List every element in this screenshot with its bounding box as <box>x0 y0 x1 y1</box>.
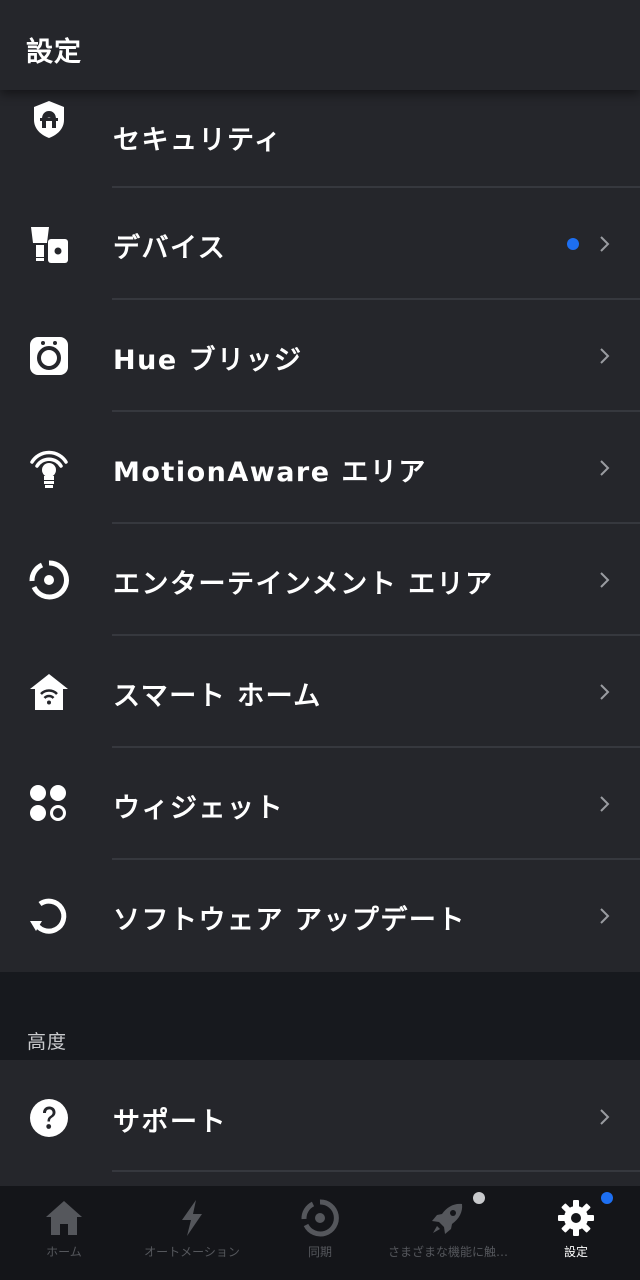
settings-list: セキュリティ デバイス Hue ブリッジ MotionAware エリア エンタ… <box>0 76 640 972</box>
rocket-icon <box>428 1198 468 1238</box>
tab-label: 設定 <box>563 1245 588 1259</box>
divider <box>112 1170 640 1172</box>
settings-item-motionaware[interactable]: MotionAware エリア <box>0 412 640 524</box>
tab-sync[interactable]: 同期 <box>256 1186 384 1280</box>
settings-item-label: Hue ブリッジ <box>113 345 303 376</box>
lightning-icon <box>172 1198 212 1238</box>
settings-item-security[interactable]: セキュリティ <box>0 76 640 188</box>
settings-item-label: ソフトウェア アップデート <box>113 905 466 936</box>
update-icon <box>28 895 70 937</box>
lamp-icon <box>28 223 70 265</box>
page-title: 設定 <box>26 37 82 68</box>
help-icon <box>28 1097 70 1139</box>
settings-item-hue-bridge[interactable]: Hue ブリッジ <box>0 300 640 412</box>
gear-icon <box>556 1198 596 1238</box>
settings-item-software-update[interactable]: ソフトウェア アップデート <box>0 860 640 972</box>
chevron-right-icon <box>598 234 612 254</box>
settings-item-label: MotionAware エリア <box>113 457 427 488</box>
settings-item-label: ウィジェット <box>113 793 284 824</box>
top-header: 設定 <box>0 0 640 90</box>
tab-label: ホーム <box>46 1245 82 1259</box>
settings-item-label: デバイス <box>113 233 227 264</box>
chevron-right-icon <box>598 1107 612 1127</box>
tab-automation[interactable]: オートメーション <box>128 1186 256 1280</box>
settings-item-entertainment[interactable]: エンターテインメント エリア <box>0 524 640 636</box>
sync-icon <box>300 1198 340 1238</box>
advanced-list: サポート <box>0 1060 640 1200</box>
chevron-right-icon <box>598 682 612 702</box>
chevron-right-icon <box>598 794 612 814</box>
entertainment-icon <box>28 559 70 601</box>
chevron-right-icon <box>598 458 612 478</box>
bridge-icon <box>28 335 70 377</box>
bottom-tab-bar: ホーム オートメーション 同期 さまざまな機能に触… 設定 <box>0 1186 640 1280</box>
motion-bulb-icon <box>28 447 70 489</box>
settings-item-devices[interactable]: デバイス <box>0 188 640 300</box>
home-icon <box>44 1198 84 1238</box>
settings-item-label: スマート ホーム <box>113 681 322 712</box>
notification-dot <box>473 1192 485 1204</box>
tab-label: さまざまな機能に触… <box>387 1245 508 1259</box>
chevron-right-icon <box>598 906 612 926</box>
chevron-right-icon <box>598 570 612 590</box>
tab-label: 同期 <box>307 1245 332 1259</box>
settings-item-widgets[interactable]: ウィジェット <box>0 748 640 860</box>
shield-icon <box>28 98 70 140</box>
settings-item-smart-home[interactable]: スマート ホーム <box>0 636 640 748</box>
tab-label: オートメーション <box>144 1245 240 1259</box>
tab-explore-features[interactable]: さまざまな機能に触… <box>384 1186 512 1280</box>
widgets-icon <box>28 783 70 825</box>
settings-item-label: セキュリティ <box>113 125 283 156</box>
section-title-advanced: 高度 <box>27 1031 68 1053</box>
notification-dot <box>601 1192 613 1204</box>
smart-home-icon <box>28 671 70 713</box>
chevron-right-icon <box>598 346 612 366</box>
settings-item-support[interactable]: サポート <box>0 1060 640 1172</box>
tab-settings[interactable]: 設定 <box>512 1186 640 1280</box>
settings-item-label: サポート <box>113 1107 227 1138</box>
tab-home[interactable]: ホーム <box>0 1186 128 1280</box>
notification-dot <box>567 238 579 250</box>
settings-item-label: エンターテインメント エリア <box>113 569 494 600</box>
